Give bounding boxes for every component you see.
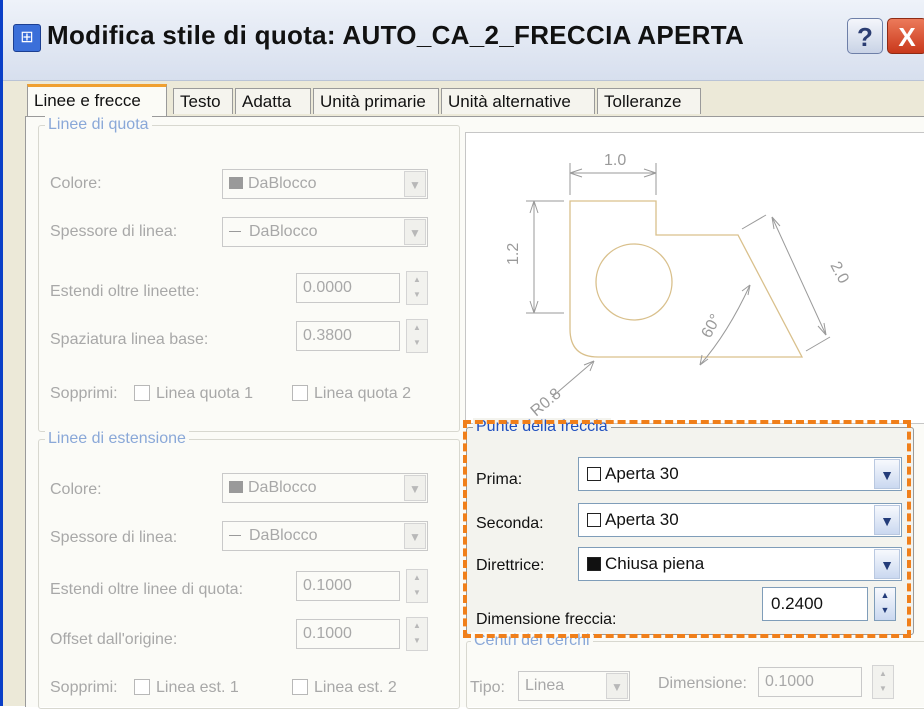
leader-arrow-value: Chiusa piena — [605, 554, 705, 573]
center-type-value: Linea — [525, 677, 565, 694]
leader-arrow-label: Direttrice: — [476, 557, 545, 574]
dim-suppress-label: Sopprimi: — [50, 385, 118, 402]
first-arrow-value: Aperta 30 — [605, 464, 679, 483]
ext-lineweight-value: DaBlocco — [249, 527, 318, 544]
open-arrow-icon — [587, 513, 601, 527]
ext-suppress1-label: Linea est. 1 — [156, 679, 239, 696]
preview-pane: 1.0 1.2 2.0 60° R0.8 — [465, 132, 924, 424]
dim-extend-label: Estendi oltre lineette: — [50, 283, 200, 300]
ext-lineweight-combo[interactable]: DaBlocco ▼ — [222, 521, 428, 551]
preview-dim-diag: 2.0 — [826, 259, 851, 287]
tab-adatta[interactable]: Adatta — [235, 88, 311, 114]
title-bar[interactable]: ⊞ Modifica stile di quota: AUTO_CA_2_FRE… — [3, 0, 924, 81]
chevron-down-icon[interactable]: ▼ — [404, 171, 426, 197]
arrow-size-label: Dimensione freccia: — [476, 611, 617, 628]
tab-linee-e-frecce[interactable]: Linee e frecce — [27, 84, 167, 116]
center-size-spinner[interactable]: ▲ ▼ — [872, 665, 894, 699]
help-button[interactable]: ? — [847, 18, 883, 54]
dim-suppress2-label: Linea quota 2 — [314, 385, 411, 402]
preview-circle — [595, 243, 673, 321]
ext-lineweight-label: Spessore di linea: — [50, 529, 178, 546]
dim-baseline-label: Spaziatura linea base: — [50, 331, 209, 348]
ext-extend-spinner[interactable]: ▲ ▼ — [406, 569, 428, 603]
window-title: Modifica stile di quota: AUTO_CA_2_FRECC… — [47, 20, 745, 50]
ext-offset-spinner[interactable]: ▲ ▼ — [406, 617, 428, 651]
ext-extend-label: Estendi oltre linee di quota: — [50, 581, 244, 598]
chevron-down-icon[interactable]: ▼ — [874, 459, 900, 489]
dim-color-value: DaBlocco — [248, 175, 317, 192]
second-arrow-value: Aperta 30 — [605, 510, 679, 529]
ext-color-value: DaBlocco — [248, 479, 317, 496]
line-sample-icon — [229, 535, 241, 536]
dim-suppress2-checkbox[interactable] — [292, 385, 308, 401]
close-button[interactable]: X — [887, 18, 924, 54]
preview-dim-left: 1.2 — [505, 243, 522, 265]
dimension-lines-label: Linee di quota — [45, 116, 152, 134]
arrow-size-input[interactable]: 0.2400 — [762, 587, 868, 621]
dim-baseline-input[interactable]: 0.3800 — [296, 321, 400, 351]
chevron-down-icon[interactable]: ▼ — [874, 549, 900, 579]
center-type-combo[interactable]: Linea ▼ — [518, 671, 630, 701]
dim-extend-input[interactable]: 0.0000 — [296, 273, 400, 303]
ext-offset-label: Offset dall'origine: — [50, 631, 178, 648]
first-arrow-combo[interactable]: Aperta 30 ▼ — [578, 457, 902, 491]
first-arrow-label: Prima: — [476, 471, 523, 488]
chevron-down-icon[interactable]: ▼ — [404, 475, 426, 501]
preview-dim-angle: 60° — [699, 312, 725, 341]
color-swatch-icon — [229, 177, 243, 189]
dim-extend-spinner[interactable]: ▲ ▼ — [406, 271, 428, 305]
ext-offset-input[interactable]: 0.1000 — [296, 619, 400, 649]
ext-suppress2-checkbox[interactable] — [292, 679, 308, 695]
second-arrow-combo[interactable]: Aperta 30 ▼ — [578, 503, 902, 537]
dim-suppress1-checkbox[interactable] — [134, 385, 150, 401]
tab-panel: Linee di quota Colore: DaBlocco ▼ Spesso… — [25, 116, 924, 709]
preview-outline — [569, 200, 804, 358]
dim-suppress1-label: Linea quota 1 — [156, 385, 253, 402]
dim-lineweight-label: Spessore di linea: — [50, 223, 178, 240]
dim-baseline-spinner[interactable]: ▲ ▼ — [406, 319, 428, 353]
dim-lineweight-combo[interactable]: DaBlocco ▼ — [222, 217, 428, 247]
color-swatch-icon — [229, 481, 243, 493]
arrow-size-spinner[interactable]: ▲ ▼ — [874, 587, 896, 621]
ext-extend-input[interactable]: 0.1000 — [296, 571, 400, 601]
ext-color-label: Colore: — [50, 481, 102, 498]
tab-unita-primarie[interactable]: Unità primarie — [313, 88, 439, 114]
center-type-label: Tipo: — [470, 679, 505, 696]
center-marks-label: Centri dei cerchi — [471, 632, 593, 650]
app-icon: ⊞ — [13, 24, 41, 52]
tab-tolleranze[interactable]: Tolleranze — [597, 88, 701, 114]
preview-dim-top: 1.0 — [604, 152, 626, 169]
chevron-down-icon[interactable]: ▼ — [404, 523, 426, 549]
dimension-preview-drawing: 1.0 1.2 2.0 60° R0.8 — [505, 152, 852, 420]
tab-testo[interactable]: Testo — [173, 88, 233, 114]
closed-filled-arrow-icon — [587, 557, 601, 571]
center-size-input[interactable]: 0.1000 — [758, 667, 862, 697]
chevron-down-icon[interactable]: ▼ — [404, 219, 426, 245]
ext-suppress1-checkbox[interactable] — [134, 679, 150, 695]
ext-suppress2-label: Linea est. 2 — [314, 679, 397, 696]
dim-lineweight-value: DaBlocco — [249, 223, 318, 240]
arrowheads-label: Punte della freccia — [473, 418, 611, 436]
dialog-window: ⊞ Modifica stile di quota: AUTO_CA_2_FRE… — [0, 0, 924, 709]
tab-unita-alternative[interactable]: Unità alternative — [441, 88, 595, 114]
leader-arrow-combo[interactable]: Chiusa piena ▼ — [578, 547, 902, 581]
dim-color-combo[interactable]: DaBlocco ▼ — [222, 169, 428, 199]
chevron-down-icon[interactable]: ▼ — [874, 505, 900, 535]
extension-lines-label: Linee di estensione — [45, 430, 189, 448]
dim-color-label: Colore: — [50, 175, 102, 192]
chevron-down-icon[interactable]: ▼ — [606, 673, 628, 699]
second-arrow-label: Seconda: — [476, 515, 544, 532]
ext-suppress-label: Sopprimi: — [50, 679, 118, 696]
ext-color-combo[interactable]: DaBlocco ▼ — [222, 473, 428, 503]
center-size-label: Dimensione: — [658, 675, 747, 692]
open-arrow-icon — [587, 467, 601, 481]
line-sample-icon — [229, 231, 241, 232]
